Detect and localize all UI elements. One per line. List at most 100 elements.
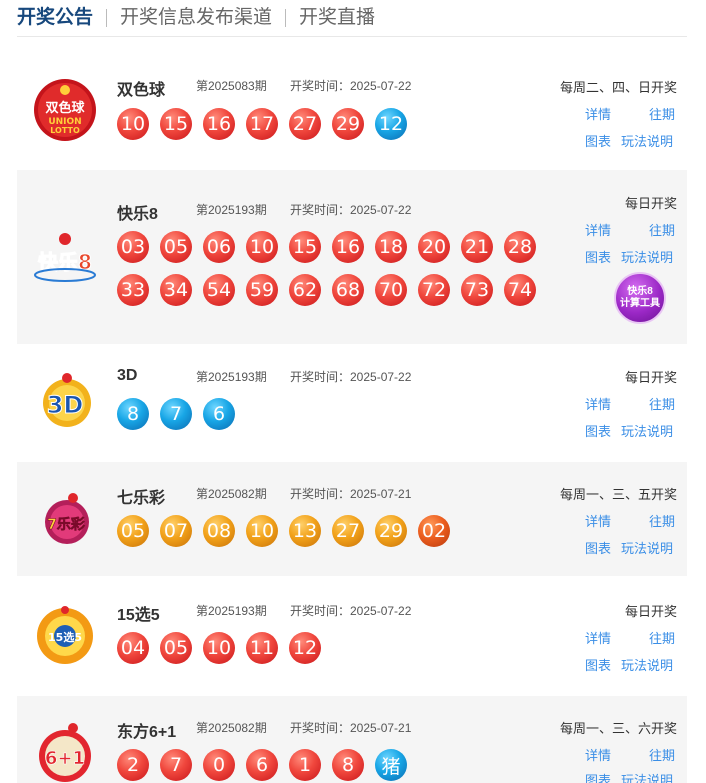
red-ball: 05 bbox=[160, 231, 192, 263]
tab-bar: 开奖公告 开奖信息发布渠道 开奖直播 bbox=[17, 0, 687, 37]
draw-date: 开奖时间：2025-07-22 bbox=[290, 79, 412, 93]
past-draws-link[interactable]: 往期 bbox=[649, 104, 675, 123]
red-ball: 6 bbox=[246, 749, 278, 781]
red-ball: 12 bbox=[289, 632, 321, 664]
blue-ball: 6 bbox=[203, 398, 235, 430]
how-to-play-link[interactable]: 玩法说明 bbox=[621, 421, 673, 440]
tab-release-channels[interactable]: 开奖信息发布渠道 bbox=[120, 6, 272, 30]
red-ball: 16 bbox=[203, 108, 235, 140]
draw-date: 开奖时间：2025-07-21 bbox=[290, 721, 412, 735]
past-draws-link[interactable]: 往期 bbox=[649, 628, 675, 647]
chart-link[interactable]: 图表 bbox=[585, 131, 611, 150]
tab-draw-announcement[interactable]: 开奖公告 bbox=[17, 6, 93, 30]
orange-ball: 29 bbox=[375, 515, 407, 547]
blue-ball: 8 bbox=[117, 398, 149, 430]
red-ball: 73 bbox=[461, 274, 493, 306]
red-ball: 04 bbox=[117, 632, 149, 664]
how-to-play-link[interactable]: 玩法说明 bbox=[621, 770, 673, 783]
red-ball: 2 bbox=[117, 749, 149, 781]
red-ball: 10 bbox=[246, 231, 278, 263]
chart-link[interactable]: 图表 bbox=[585, 655, 611, 674]
draw-date: 开奖时间：2025-07-22 bbox=[290, 604, 412, 618]
tab-divider bbox=[285, 9, 287, 27]
red-ball: 17 bbox=[246, 108, 278, 140]
red-ball: 10 bbox=[203, 632, 235, 664]
draw-schedule: 每周一、三、五开奖 bbox=[559, 487, 677, 502]
red-ball: 54 bbox=[203, 274, 235, 306]
how-to-play-link[interactable]: 玩法说明 bbox=[621, 131, 673, 150]
chart-link[interactable]: 图表 bbox=[585, 770, 611, 783]
kl8-calculator-button[interactable]: 快乐8 计算工具 bbox=[614, 272, 666, 324]
past-draws-link[interactable]: 往期 bbox=[649, 220, 675, 239]
past-draws-link[interactable]: 往期 bbox=[649, 511, 675, 530]
red-ball: 06 bbox=[203, 231, 235, 263]
qlc-logo-icon[interactable]: 7乐彩 bbox=[33, 488, 97, 552]
red-ball: 16 bbox=[332, 231, 364, 263]
red-ball: 10 bbox=[117, 108, 149, 140]
detail-link[interactable]: 详情 bbox=[585, 104, 611, 123]
red-ball: 27 bbox=[289, 108, 321, 140]
red-ball: 0 bbox=[203, 749, 235, 781]
df61-logo-icon[interactable]: 6+1 bbox=[33, 720, 97, 783]
issue-number: 第2025082期 bbox=[196, 721, 267, 735]
red-ball: 20 bbox=[418, 231, 450, 263]
red-ball: 29 bbox=[332, 108, 364, 140]
draw-date: 开奖时间：2025-07-22 bbox=[290, 370, 412, 384]
logo-text: 6+1 bbox=[45, 748, 85, 769]
red-ball: 1 bbox=[289, 749, 321, 781]
3d-logo-icon[interactable]: 3D bbox=[33, 369, 97, 433]
lottery-name: 3D bbox=[117, 367, 138, 384]
past-draws-link[interactable]: 往期 bbox=[649, 394, 675, 413]
tab-live-draw[interactable]: 开奖直播 bbox=[299, 6, 375, 30]
ball-list: 04 05 10 11 12 bbox=[117, 632, 547, 664]
red-ball: 8 bbox=[332, 749, 364, 781]
red-ball: 33 bbox=[117, 274, 149, 306]
logo-text: 15选5 bbox=[48, 630, 82, 644]
lottery-name: 双色球 bbox=[117, 82, 166, 99]
draw-schedule: 每日开奖 bbox=[624, 604, 677, 619]
red-ball: 72 bbox=[418, 274, 450, 306]
detail-link[interactable]: 详情 bbox=[585, 628, 611, 647]
orange-ball: 05 bbox=[117, 515, 149, 547]
red-ball: 15 bbox=[289, 231, 321, 263]
lottery-row-3d: 3D 3D 第2025193期 开奖时间：2025-07-22 8 7 6 每日… bbox=[17, 345, 687, 459]
blue-ball: 7 bbox=[160, 398, 192, 430]
tab-divider bbox=[106, 9, 108, 27]
lottery-row-15x5: 15选5 15选5 第2025193期 开奖时间：2025-07-22 04 0… bbox=[17, 579, 687, 693]
how-to-play-link[interactable]: 玩法说明 bbox=[621, 538, 673, 557]
orange-ball: 08 bbox=[203, 515, 235, 547]
how-to-play-link[interactable]: 玩法说明 bbox=[621, 655, 673, 674]
detail-link[interactable]: 详情 bbox=[585, 220, 611, 239]
chart-link[interactable]: 图表 bbox=[585, 538, 611, 557]
draw-schedule: 每日开奖 bbox=[624, 370, 677, 385]
issue-number: 第2025193期 bbox=[196, 203, 267, 217]
lottery-row-kl8: 快乐8 快乐8 第2025193期 开奖时间：2025-07-22 03 05 … bbox=[17, 170, 687, 344]
15x5-logo-icon[interactable]: 15选5 bbox=[33, 603, 97, 667]
tool-label-line2: 计算工具 bbox=[620, 298, 660, 309]
blue-ball: 12 bbox=[375, 108, 407, 140]
chart-link[interactable]: 图表 bbox=[585, 247, 611, 266]
detail-link[interactable]: 详情 bbox=[585, 511, 611, 530]
ball-list: 2 7 0 6 1 8 猪 bbox=[117, 749, 547, 781]
red-ball: 74 bbox=[504, 274, 536, 306]
issue-number: 第2025193期 bbox=[196, 604, 267, 618]
chart-link[interactable]: 图表 bbox=[585, 421, 611, 440]
ball-list: 8 7 6 bbox=[117, 398, 547, 430]
detail-link[interactable]: 详情 bbox=[585, 394, 611, 413]
logo-text: 3D bbox=[47, 391, 84, 419]
lottery-name: 七乐彩 bbox=[117, 490, 166, 507]
lottery-row-qlc: 7乐彩 七乐彩 第2025082期 开奖时间：2025-07-21 05 07 … bbox=[17, 462, 687, 576]
kl8-logo-icon[interactable]: 快乐8 bbox=[27, 225, 103, 289]
detail-link[interactable]: 详情 bbox=[585, 745, 611, 764]
issue-number: 第2025082期 bbox=[196, 487, 267, 501]
ssq-logo-icon[interactable]: 双色球 UNION LOTTO bbox=[33, 78, 97, 142]
lottery-name: 东方6+1 bbox=[117, 724, 177, 741]
past-draws-link[interactable]: 往期 bbox=[649, 745, 675, 764]
red-ball: 7 bbox=[160, 749, 192, 781]
how-to-play-link[interactable]: 玩法说明 bbox=[621, 247, 673, 266]
orange-ball: 10 bbox=[246, 515, 278, 547]
draw-date: 开奖时间：2025-07-21 bbox=[290, 487, 412, 501]
draw-schedule: 每周二、四、日开奖 bbox=[559, 80, 677, 95]
lottery-name: 15选5 bbox=[117, 607, 160, 624]
logo-text: 7乐彩 bbox=[47, 516, 85, 533]
